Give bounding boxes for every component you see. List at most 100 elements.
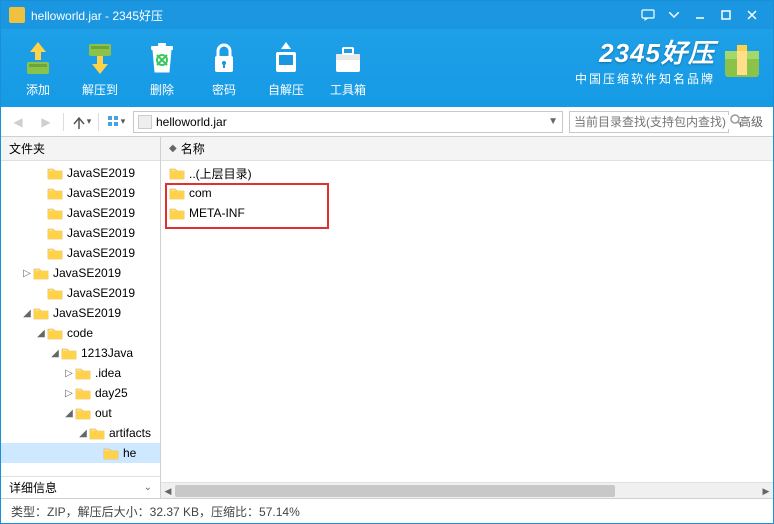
- advanced-button[interactable]: 高级: [735, 113, 767, 130]
- tree-item[interactable]: ◢out: [1, 403, 160, 423]
- chevron-down-icon: ⌄: [144, 482, 152, 493]
- selfextract-icon: [266, 39, 306, 77]
- folder-icon: [33, 266, 49, 280]
- expand-icon[interactable]: ◢: [35, 328, 47, 339]
- sidebar-footer-label: 详细信息: [9, 479, 57, 496]
- dropdown-button[interactable]: [661, 5, 687, 25]
- close-button[interactable]: [739, 5, 765, 25]
- view-mode-button[interactable]: ▾: [105, 111, 127, 133]
- path-input[interactable]: [156, 115, 544, 129]
- sidebar-header: 文件夹: [1, 137, 160, 161]
- scroll-left-icon[interactable]: ◀: [161, 483, 175, 498]
- tree-item-label: code: [67, 326, 93, 340]
- jar-icon: [138, 115, 152, 129]
- tree-item[interactable]: ▷ .idea: [1, 363, 160, 383]
- path-box[interactable]: ▼: [133, 111, 563, 133]
- maximize-button[interactable]: [713, 5, 739, 25]
- file-row[interactable]: com: [161, 183, 773, 203]
- folder-icon: [47, 286, 63, 300]
- feedback-button[interactable]: [635, 5, 661, 25]
- path-dropdown-icon[interactable]: ▼: [548, 116, 558, 127]
- file-row-label: META-INF: [189, 206, 245, 220]
- folder-icon: [47, 326, 63, 340]
- nav-back-button[interactable]: ◀: [7, 111, 29, 133]
- expand-icon[interactable]: ◢: [49, 348, 61, 359]
- file-row[interactable]: ..(上层目录): [161, 163, 773, 183]
- tree-item[interactable]: JavaSE2019: [1, 203, 160, 223]
- search-input[interactable]: [574, 115, 729, 129]
- delete-button[interactable]: 删除: [131, 31, 193, 105]
- selfextract-button[interactable]: 自解压: [255, 31, 317, 105]
- add-label: 添加: [26, 81, 50, 98]
- minimize-button[interactable]: [687, 5, 713, 25]
- sidebar: 文件夹 JavaSE2019JavaSE2019JavaSE2019JavaSE…: [1, 137, 161, 498]
- extract-button[interactable]: 解压到: [69, 31, 131, 105]
- expand-icon[interactable]: ▷: [63, 388, 75, 399]
- folder-icon: [47, 206, 63, 220]
- tree-item[interactable]: ◢ JavaSE2019: [1, 303, 160, 323]
- folder-icon: [61, 346, 77, 360]
- folder-icon: [169, 206, 185, 220]
- statusbar: 类型：ZIP，解压后大小：32.37 KB，压缩比：57.14%: [1, 499, 773, 523]
- toolbar: 添加 解压到 删除 密码 自解压 工具箱 2345好压 中国压缩软件知名品牌: [1, 29, 773, 107]
- folder-icon: [75, 406, 91, 420]
- file-list[interactable]: ..(上层目录)com META-INF: [161, 161, 773, 482]
- folder-icon: [75, 366, 91, 380]
- tree-item-label: JavaSE2019: [67, 166, 135, 180]
- tree-item[interactable]: ◢ 1213Java: [1, 343, 160, 363]
- expand-icon[interactable]: ▷: [63, 368, 75, 379]
- tree-item[interactable]: JavaSE2019: [1, 223, 160, 243]
- tree-item[interactable]: JavaSE2019: [1, 163, 160, 183]
- nav-forward-button[interactable]: ▶: [35, 111, 57, 133]
- add-icon: [18, 39, 58, 77]
- password-label: 密码: [212, 81, 236, 98]
- expand-icon[interactable]: ◢: [77, 428, 89, 439]
- delete-icon: [142, 39, 182, 77]
- expand-icon[interactable]: ◢: [21, 308, 33, 319]
- sidebar-details-toggle[interactable]: 详细信息 ⌄: [1, 476, 160, 498]
- folder-icon: [47, 226, 63, 240]
- tree-item-label: JavaSE2019: [53, 266, 121, 280]
- tree-item-label: JavaSE2019: [67, 286, 135, 300]
- scroll-right-icon[interactable]: ▶: [759, 483, 773, 498]
- tree-item[interactable]: ▷day25: [1, 383, 160, 403]
- tree-item-label: JavaSE2019: [53, 306, 121, 320]
- folder-icon: [103, 446, 119, 460]
- search-box[interactable]: [569, 111, 729, 133]
- tree-item[interactable]: ◢ code: [1, 323, 160, 343]
- folder-icon: [47, 246, 63, 260]
- column-header[interactable]: ◆ 名称: [161, 137, 773, 161]
- app-icon: [9, 7, 25, 23]
- status-text: 类型：ZIP，解压后大小：32.37 KB，压缩比：57.14%: [11, 503, 300, 520]
- navbar: ◀ ▶ ▾ ▾ ▼ 高级: [1, 107, 773, 137]
- expand-icon[interactable]: ▷: [21, 268, 33, 279]
- extract-label: 解压到: [82, 81, 118, 98]
- nav-up-button[interactable]: ▾: [70, 111, 92, 133]
- scrollbar-horizontal[interactable]: ◀ ▶: [161, 482, 773, 498]
- file-row[interactable]: META-INF: [161, 203, 773, 223]
- folder-icon: [47, 166, 63, 180]
- app-window: helloworld.jar - 2345好压 添加 解压到 删除 密码 自解压: [0, 0, 774, 524]
- tree-item[interactable]: JavaSE2019: [1, 243, 160, 263]
- folder-icon: [169, 166, 185, 180]
- add-button[interactable]: 添加: [7, 31, 69, 105]
- tree-item-label: JavaSE2019: [67, 246, 135, 260]
- expand-icon[interactable]: ◢: [63, 408, 75, 419]
- tree-item-label: 1213Java: [81, 346, 133, 360]
- tree-item[interactable]: he: [1, 443, 160, 463]
- password-button[interactable]: 密码: [193, 31, 255, 105]
- tree-item[interactable]: ▷ JavaSE2019: [1, 263, 160, 283]
- extract-icon: [80, 39, 120, 77]
- tree-item-label: JavaSE2019: [67, 206, 135, 220]
- tree-item[interactable]: JavaSE2019: [1, 283, 160, 303]
- scrollbar-thumb[interactable]: [175, 485, 615, 497]
- tree-item-label: JavaSE2019: [67, 186, 135, 200]
- window-title: helloworld.jar - 2345好压: [31, 7, 635, 24]
- folder-tree[interactable]: JavaSE2019 JavaSE2019 JavaSE2019 JavaSE2019…: [1, 161, 160, 476]
- tree-item[interactable]: JavaSE2019: [1, 183, 160, 203]
- tree-item[interactable]: ◢artifacts: [1, 423, 160, 443]
- tree-item-label: .idea: [95, 366, 121, 380]
- tools-button[interactable]: 工具箱: [317, 31, 379, 105]
- separator: [63, 113, 64, 131]
- titlebar: helloworld.jar - 2345好压: [1, 1, 773, 29]
